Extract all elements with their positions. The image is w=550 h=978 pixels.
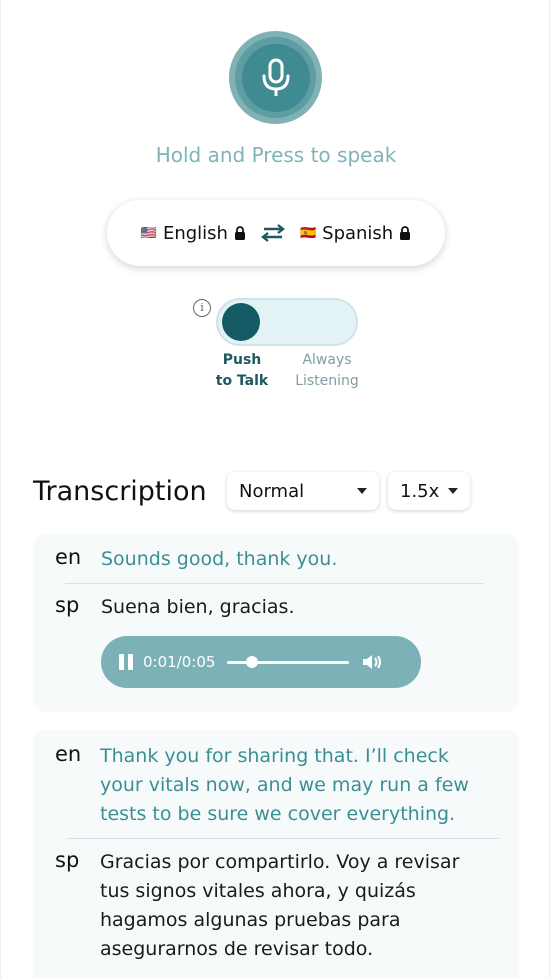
push-label-line1: Push (222, 352, 262, 368)
volume-icon[interactable] (361, 653, 383, 671)
target-language-label: Spanish (322, 222, 394, 244)
english-text: Thank you for sharing that. I’ll check y… (100, 742, 469, 829)
english-line: your vitals now, and we may run a few (100, 774, 469, 796)
speed-select[interactable]: 1.5x (388, 472, 470, 510)
spanish-line: tus signos vitales ahora, y quizás (100, 880, 416, 902)
divider (67, 838, 499, 839)
speaker-icon (363, 655, 382, 669)
english-line: Thank you for sharing that. I’ll check (100, 745, 449, 767)
lock-icon (400, 226, 411, 240)
listen-label-line1: Always (302, 352, 352, 368)
lock-icon (234, 226, 245, 240)
always-listening-label[interactable]: Always Listening (291, 350, 363, 392)
source-language[interactable]: 🇺🇸 English (141, 223, 246, 244)
voice-select[interactable]: Normal (227, 472, 379, 510)
hold-to-speak-hint: Hold and Press to speak (155, 143, 397, 167)
mic-ring (235, 37, 316, 118)
spanish-text: Gracias por compartirlo. Voy a revisar t… (100, 848, 459, 964)
spanish-line: asegurarnos de revisar todo. (100, 938, 374, 960)
speed-select-value: 1.5x (400, 480, 440, 502)
swap-arrows-icon (261, 224, 285, 242)
talk-mode-toggle[interactable] (216, 298, 358, 346)
spanish-text: Suena bien, gracias. (101, 596, 295, 618)
english-tag: en (55, 742, 82, 766)
english-tag: en (55, 545, 82, 569)
spanish-line: hagamos algunas pruebas para (100, 909, 401, 931)
push-to-talk-label[interactable]: Push to Talk (211, 350, 273, 392)
english-line: tests to be sure we cover everything. (100, 803, 456, 825)
mic-core (241, 43, 310, 112)
spanish-tag: sp (55, 593, 80, 617)
swap-languages-button[interactable] (260, 223, 286, 243)
pause-icon[interactable] (119, 654, 133, 670)
voice-select-value: Normal (239, 480, 305, 502)
microphone-icon (262, 58, 289, 96)
audio-progress-track[interactable] (227, 655, 350, 668)
spanish-tag: sp (55, 848, 80, 872)
push-label-line2: to Talk (215, 373, 269, 389)
audio-progress-thumb[interactable] (245, 655, 258, 668)
spain-flag-icon: 🇪🇸 (299, 225, 317, 241)
divider (65, 583, 483, 584)
info-icon[interactable]: i (193, 299, 211, 317)
app-frame: Hold and Press to speak 🇺🇸 English 🇪🇸 Sp… (0, 0, 550, 978)
toggle-knob[interactable] (222, 303, 260, 341)
spanish-line: Gracias por compartirlo. Voy a revisar (100, 851, 460, 873)
listen-label-line2: Listening (295, 373, 359, 389)
caret-down-icon (448, 488, 458, 494)
transcription-title: Transcription (33, 476, 207, 507)
audio-player: 0:01/0:05 (101, 636, 421, 688)
target-language[interactable]: 🇪🇸 Spanish (300, 223, 411, 244)
language-selector[interactable]: 🇺🇸 English 🇪🇸 Spanish (107, 200, 445, 266)
source-language-label: English (162, 222, 228, 244)
caret-down-icon (357, 488, 367, 494)
english-text: Sounds good, thank you. (101, 548, 338, 570)
us-flag-icon: 🇺🇸 (140, 225, 157, 241)
audio-time: 0:01/0:05 (143, 653, 216, 671)
mic-button[interactable] (229, 31, 322, 124)
